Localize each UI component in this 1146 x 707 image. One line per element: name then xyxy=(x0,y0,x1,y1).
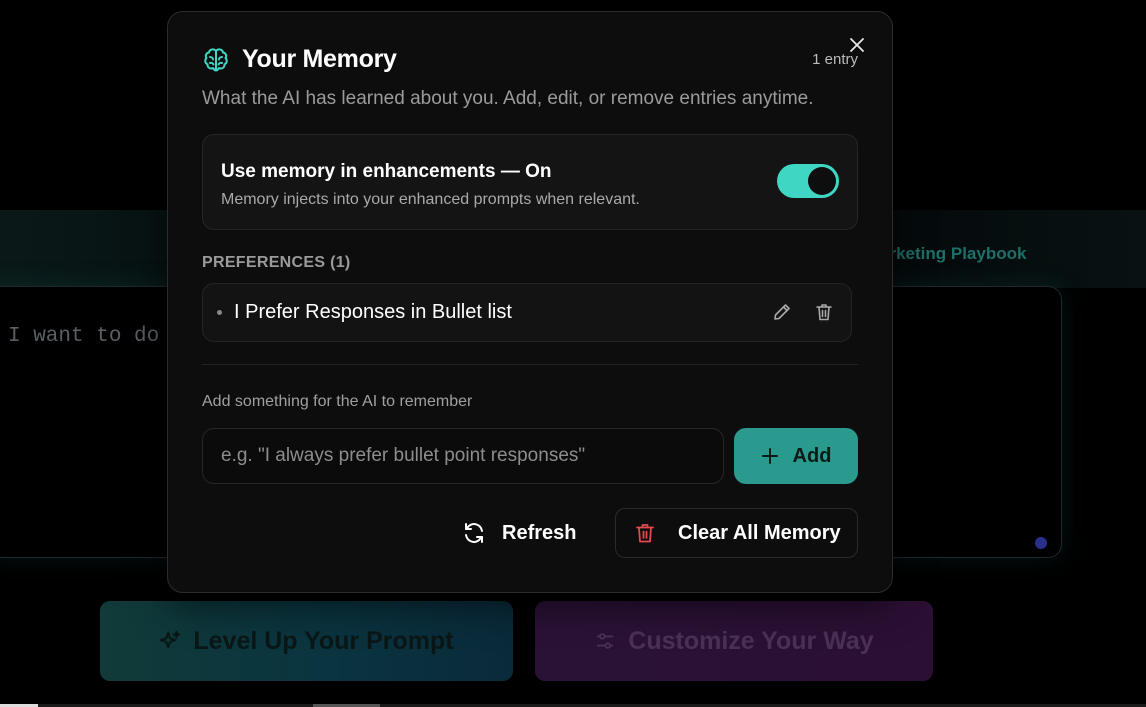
memory-entry-text: I Prefer Responses in Bullet list xyxy=(234,301,512,323)
add-memory-button-label: Add xyxy=(792,444,832,467)
customize-your-way-button[interactable]: Customize Your Way xyxy=(535,601,933,681)
clear-all-memory-label: Clear All Memory xyxy=(678,521,841,544)
add-memory-button[interactable]: Add xyxy=(734,428,858,484)
customize-your-way-label: Customize Your Way xyxy=(628,626,874,655)
memory-entry-row: I Prefer Responses in Bullet list xyxy=(202,283,852,342)
section-divider xyxy=(202,364,858,365)
switch-knob xyxy=(808,167,836,195)
delete-entry-button[interactable] xyxy=(813,301,835,323)
sliders-icon xyxy=(597,633,614,649)
add-memory-input[interactable] xyxy=(202,428,724,484)
modal-header: Your Memory xyxy=(202,45,397,74)
refresh-button-label: Refresh xyxy=(502,521,577,544)
brain-icon xyxy=(202,46,230,74)
sparkles-icon xyxy=(160,630,181,649)
level-up-prompt-button[interactable]: Level Up Your Prompt xyxy=(100,601,513,681)
close-icon xyxy=(850,38,864,52)
memory-toggle-description: Memory injects into your enhanced prompt… xyxy=(221,191,640,208)
trash-icon xyxy=(636,524,654,543)
pencil-icon xyxy=(774,304,790,320)
edit-entry-button[interactable] xyxy=(771,301,793,323)
memory-modal: Your Memory 1 entry What the AI has lear… xyxy=(167,11,893,593)
preferences-section-label: PREFERENCES (1) xyxy=(202,254,351,271)
memory-toggle-switch[interactable] xyxy=(777,164,839,198)
memory-toggle-title: Use memory in enhancements — On xyxy=(221,161,552,182)
modal-subtitle: What the AI has learned about you. Add, … xyxy=(202,88,814,109)
refresh-button[interactable]: Refresh xyxy=(452,508,586,558)
modal-title: Your Memory xyxy=(242,45,397,73)
trash-icon xyxy=(816,304,832,321)
level-up-prompt-label: Level Up Your Prompt xyxy=(193,626,454,655)
plus-icon xyxy=(761,448,778,464)
add-memory-label: Add something for the AI to remember xyxy=(202,393,473,410)
background-tag-marketing-playbook[interactable]: arketing Playbook xyxy=(880,244,1026,264)
close-button[interactable] xyxy=(846,34,868,56)
memory-toggle-card: Use memory in enhancements — On Memory i… xyxy=(202,134,858,230)
background-status-dot xyxy=(1035,537,1047,549)
bullet-dot xyxy=(217,310,222,315)
background-editor-text: I want to do xyxy=(8,325,160,348)
clear-all-memory-button[interactable]: Clear All Memory xyxy=(615,508,858,558)
refresh-icon xyxy=(465,523,483,543)
